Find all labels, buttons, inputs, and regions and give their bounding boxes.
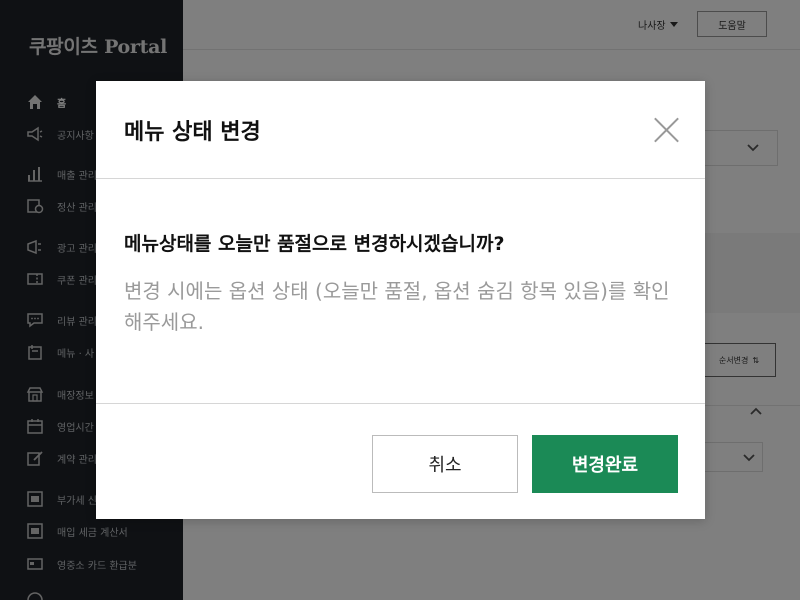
dialog-question: 메뉴상태를 오늘만 품절으로 변경하시겠습니까?	[124, 233, 505, 255]
dialog-header: 메뉴 상태 변경	[96, 81, 705, 179]
dialog-description: 변경 시에는 옵션 상태 (오늘만 품절, 옵션 숨김 항목 있음)를 확인해주…	[124, 279, 670, 334]
close-icon[interactable]	[646, 110, 686, 150]
dialog-title: 메뉴 상태 변경	[124, 120, 261, 145]
confirm-change-button[interactable]: 변경완료	[532, 435, 678, 493]
menu-status-dialog: 메뉴 상태 변경 메뉴상태를 오늘만 품절으로 변경하시겠습니까? 변경 시에는…	[96, 81, 705, 519]
cancel-button[interactable]: 취소	[372, 435, 518, 493]
dialog-footer: 취소 변경완료	[96, 403, 705, 519]
